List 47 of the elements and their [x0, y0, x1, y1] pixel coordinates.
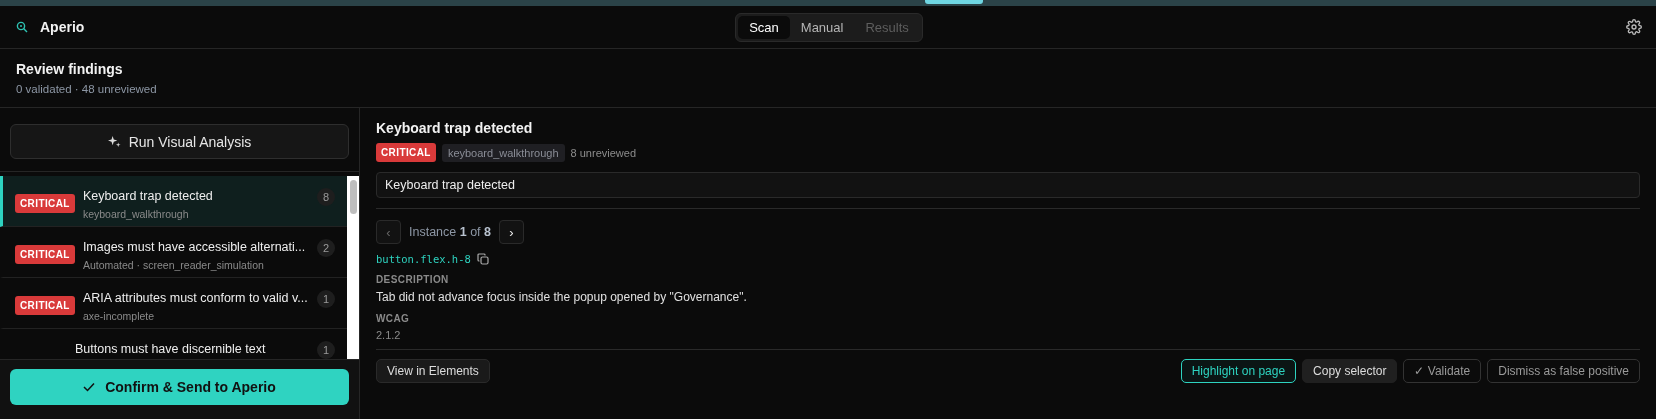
scrollbar[interactable] [347, 176, 359, 359]
next-button[interactable]: › [499, 220, 524, 244]
field-label: DESCRIPTION [376, 274, 450, 285]
finding-item[interactable]: CRITICAL ARIA attributes must conform to valid v... axe-incomplete 1 [0, 278, 347, 329]
search-icon [16, 21, 28, 33]
finding-title: Keyboard trap detected [82, 189, 213, 203]
copy-icon[interactable] [476, 253, 489, 265]
count-badge: 1 [317, 290, 335, 308]
app-title: Aperio [40, 19, 85, 35]
finding-source: Automated · screen_reader_simulation [82, 259, 265, 271]
severity-badge: CRITICAL [376, 143, 436, 162]
finding-item[interactable]: CRITICAL Images must have accessible alternati... Automated · screen_reader_simulation 2 [0, 227, 347, 278]
count-badge: 8 [317, 188, 335, 206]
finding-item[interactable]: CRITICAL Keyboard trap detected keyboard_walkthrough 8 [0, 176, 347, 227]
tab[interactable]: Scan [738, 15, 790, 39]
sparkle-icon [107, 135, 121, 148]
tab[interactable]: Manual [789, 15, 855, 39]
run-analysis-button[interactable]: Run Visual Analysis [10, 124, 349, 159]
severity-badge: CRITICAL [15, 194, 75, 213]
review-summary: 0 validated · 48 unreviewed [16, 83, 158, 95]
section-title: Review findings [16, 61, 124, 77]
count-badge: 1 [317, 341, 335, 359]
action-button[interactable]: Highlight on page [1180, 359, 1297, 383]
finding-heading: Keyboard trap detected [376, 120, 534, 136]
finding-source: axe-incomplete [82, 310, 156, 322]
finding-title: Buttons must have discernible text [75, 342, 266, 356]
action-button[interactable]: Dismiss as false positive [1487, 359, 1640, 383]
unreviewed-count: 8 unreviewed [570, 146, 636, 159]
severity-badge: CRITICAL [15, 245, 75, 264]
action-button[interactable]: Copy selector [1302, 359, 1398, 383]
wcag-criterion: 2.1.2 [376, 329, 402, 341]
description-text: Tab did not advance focus inside the popup opened by "Governance". [376, 290, 748, 304]
instance-counter: Instance 1 of 8 [409, 225, 491, 239]
finding-title: ARIA attributes must conform to valid v... [82, 291, 308, 305]
settings-icon[interactable] [1626, 19, 1642, 35]
title-input-field[interactable]: Keyboard trap detected [376, 172, 1640, 198]
action-button[interactable]: View in Elements [376, 359, 490, 383]
count-badge: 2 [317, 239, 335, 257]
finding-source: keyboard_walkthrough [82, 208, 190, 220]
source-tag: keyboard_walkthrough [441, 143, 565, 162]
field-label: WCAG [376, 313, 411, 324]
css-selector: button.flex.h-8 [376, 253, 471, 265]
checkmark-icon [83, 382, 96, 392]
severity-badge: CRITICAL [15, 296, 75, 315]
confirm-button[interactable]: Confirm & Send to Aperio [10, 369, 349, 405]
finding-title: Images must have accessible alternati... [82, 240, 306, 254]
action-button[interactable]: ✓ Validate [1403, 359, 1482, 383]
